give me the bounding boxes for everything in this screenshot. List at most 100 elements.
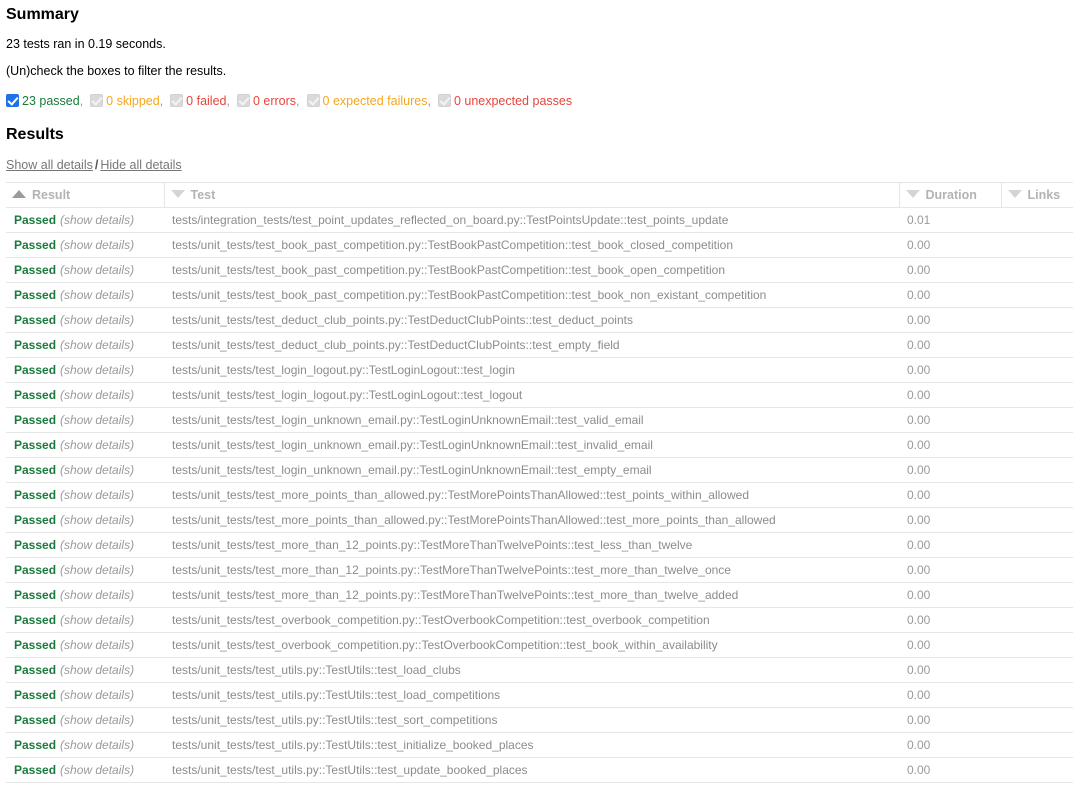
- cell-result: Passed (show details): [6, 506, 164, 533]
- show-details-toggle[interactable]: (show details): [60, 238, 134, 252]
- filter-group-failed: 0 failed,: [170, 93, 230, 109]
- cell-links: [1001, 681, 1073, 708]
- show-details-toggle[interactable]: (show details): [60, 313, 134, 327]
- cell-test: tests/unit_tests/test_utils.py::TestUtil…: [164, 756, 899, 783]
- table-row: Passed (show details) tests/unit_tests/tes…: [6, 531, 1073, 558]
- show-details-toggle[interactable]: (show details): [60, 738, 134, 752]
- cell-duration: 0.00: [899, 506, 1001, 533]
- test-name: tests/unit_tests/test_login_logout.py::T…: [172, 362, 515, 377]
- show-details-toggle[interactable]: (show details): [60, 363, 134, 377]
- cell-test: tests/unit_tests/test_more_than_12_point…: [164, 531, 899, 558]
- status-badge: Passed: [14, 537, 57, 552]
- cell-duration: 0.00: [899, 331, 1001, 358]
- show-details-toggle[interactable]: (show details): [60, 338, 134, 352]
- cell-duration: 0.00: [899, 731, 1001, 758]
- test-name: tests/unit_tests/test_more_than_12_point…: [172, 587, 739, 602]
- column-header-links[interactable]: Links: [1000, 181, 1073, 208]
- cell-duration: 0.00: [899, 281, 1001, 308]
- cell-result: Passed (show details): [6, 231, 164, 258]
- hide-all-details-link[interactable]: Hide all details: [100, 158, 181, 172]
- results-table: Result Test Duration Links Passed (show d…: [6, 181, 1073, 783]
- show-details-toggle[interactable]: (show details): [60, 638, 134, 652]
- table-row: Passed (show details) tests/unit_tests/tes…: [6, 331, 1073, 358]
- cell-test: tests/unit_tests/test_login_unknown_emai…: [164, 431, 899, 458]
- show-details-toggle[interactable]: (show details): [60, 388, 134, 402]
- cell-duration: 0.00: [899, 231, 1001, 258]
- show-details-toggle[interactable]: (show details): [60, 588, 134, 602]
- status-badge: Passed: [14, 637, 57, 652]
- test-name: tests/unit_tests/test_login_unknown_emai…: [172, 437, 653, 452]
- filter-label-expected-failures: 0 expected failures: [322, 93, 428, 108]
- cell-test: tests/unit_tests/test_book_past_competit…: [164, 281, 899, 308]
- show-details-toggle[interactable]: (show details): [60, 613, 134, 627]
- cell-links: [1001, 606, 1073, 633]
- status-badge: Passed: [14, 512, 57, 527]
- show-details-toggle[interactable]: (show details): [60, 263, 134, 277]
- status-badge: Passed: [14, 587, 57, 602]
- filter-checkbox-failed[interactable]: [170, 93, 184, 107]
- cell-duration: 0.00: [899, 606, 1001, 633]
- test-name: tests/unit_tests/test_utils.py::TestUtil…: [172, 737, 534, 752]
- cell-links: [1001, 406, 1073, 433]
- test-name: tests/unit_tests/test_more_points_than_a…: [172, 487, 749, 502]
- show-details-toggle[interactable]: (show details): [60, 213, 134, 227]
- test-name: tests/unit_tests/test_utils.py::TestUtil…: [172, 712, 498, 727]
- sort-descending-icon: [170, 189, 185, 198]
- column-header-test[interactable]: Test: [163, 181, 899, 208]
- cell-test: tests/unit_tests/test_more_than_12_point…: [164, 556, 899, 583]
- column-header-duration[interactable]: Duration: [898, 181, 1001, 208]
- cell-test: tests/unit_tests/test_deduct_club_points…: [164, 306, 899, 333]
- cell-test: tests/unit_tests/test_utils.py::TestUtil…: [164, 681, 899, 708]
- filter-checkbox-passed[interactable]: [6, 93, 19, 107]
- show-all-details-link[interactable]: Show all details: [6, 158, 93, 172]
- filter-separator: ,: [226, 93, 230, 108]
- filter-checkbox-expected-failures[interactable]: [306, 93, 320, 107]
- show-details-toggle[interactable]: (show details): [60, 288, 134, 302]
- filter-checkbox-unexpected-passes[interactable]: [437, 93, 451, 107]
- tests-ran-text: 23 tests ran in 0.19 seconds.: [6, 37, 166, 51]
- show-details-toggle[interactable]: (show details): [60, 513, 134, 527]
- cell-test: tests/unit_tests/test_login_unknown_emai…: [164, 406, 899, 433]
- filter-checkbox-errors[interactable]: [236, 93, 250, 107]
- cell-links: [1001, 256, 1073, 283]
- table-row: Passed (show details) tests/unit_tests/tes…: [6, 606, 1073, 633]
- cell-test: tests/unit_tests/test_overbook_competiti…: [164, 606, 899, 633]
- cell-test: tests/unit_tests/test_more_than_12_point…: [164, 581, 899, 608]
- cell-duration: 0.00: [899, 531, 1001, 558]
- cell-duration: 0.00: [899, 706, 1001, 733]
- show-details-toggle[interactable]: (show details): [60, 713, 134, 727]
- table-row: Passed (show details) tests/unit_tests/tes…: [6, 231, 1073, 258]
- cell-links: [1001, 231, 1073, 258]
- filter-group-passed: 23 passed,: [6, 93, 83, 109]
- show-details-toggle[interactable]: (show details): [60, 463, 134, 477]
- cell-test: tests/unit_tests/test_overbook_competiti…: [164, 631, 899, 658]
- cell-result: Passed (show details): [6, 481, 164, 508]
- show-details-toggle[interactable]: (show details): [60, 563, 134, 577]
- table-row: Passed (show details) tests/unit_tests/tes…: [6, 281, 1073, 308]
- cell-links: [1001, 431, 1073, 458]
- table-row: Passed (show details) tests/unit_tests/tes…: [6, 356, 1073, 383]
- cell-duration: 0.00: [899, 356, 1001, 383]
- cell-duration: 0.00: [899, 756, 1001, 783]
- show-details-toggle[interactable]: (show details): [60, 413, 134, 427]
- cell-duration: 0.00: [899, 481, 1001, 508]
- cell-result: Passed (show details): [6, 756, 164, 783]
- filter-group-errors: 0 errors,: [236, 93, 300, 109]
- column-header-result-label: Result: [32, 187, 71, 202]
- results-table-head: Result Test Duration Links: [6, 181, 1073, 208]
- show-details-toggle[interactable]: (show details): [60, 488, 134, 502]
- cell-duration: 0.00: [899, 431, 1001, 458]
- cell-links: [1001, 581, 1073, 608]
- show-details-toggle[interactable]: (show details): [60, 538, 134, 552]
- table-row: Passed (show details) tests/unit_tests/tes…: [6, 456, 1073, 483]
- table-row: Passed (show details) tests/unit_tests/tes…: [6, 306, 1073, 333]
- show-details-toggle[interactable]: (show details): [60, 438, 134, 452]
- show-details-toggle[interactable]: (show details): [60, 688, 134, 702]
- test-name: tests/unit_tests/test_deduct_club_points…: [172, 337, 620, 352]
- filter-checkbox-skipped[interactable]: [90, 93, 104, 107]
- show-details-toggle[interactable]: (show details): [60, 663, 134, 677]
- show-details-toggle[interactable]: (show details): [60, 763, 134, 777]
- test-name: tests/unit_tests/test_overbook_competiti…: [172, 612, 710, 627]
- results-heading: Results: [6, 125, 64, 143]
- column-header-result[interactable]: Result: [6, 181, 164, 208]
